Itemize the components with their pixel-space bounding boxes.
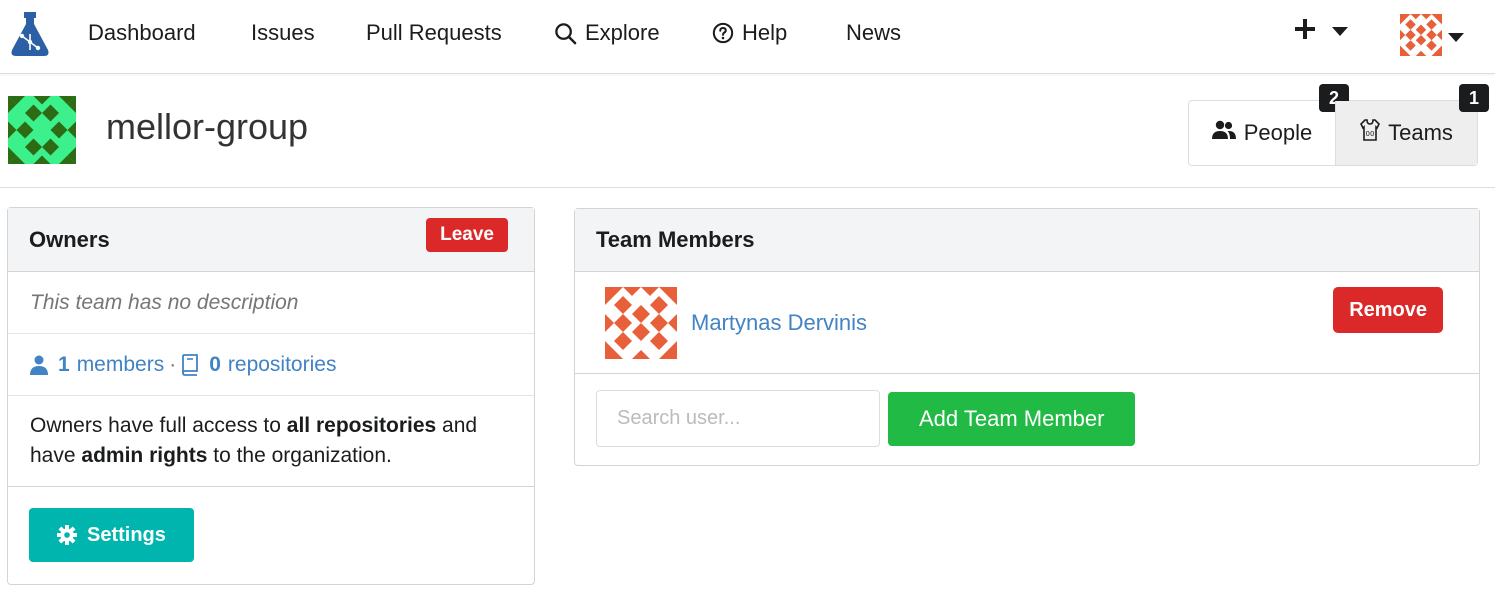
team-info-header: Owners Leave [8,208,534,272]
tab-people[interactable]: People 2 [1189,84,1349,165]
nav-news-label: News [846,20,902,45]
repos-count: 0 [209,352,221,376]
gitea-logo[interactable] [10,12,50,56]
nav-dashboard-label: Dashboard [88,20,196,45]
team-info-panel: Owners Leave This team has no descriptio… [7,207,535,585]
tab-teams-label: Teams [1388,120,1453,145]
settings-label: Settings [87,523,166,546]
team-access-row: Owners have full access to all repositor… [8,396,534,487]
user-menu-dropdown[interactable] [1400,14,1464,61]
repos-label: repositories [227,352,337,376]
org-tabs: People 2 00 Teams 1 [1188,84,1489,166]
list-item: Martynas Dervinis Remove [575,272,1479,374]
svg-text:00: 00 [1366,130,1375,138]
user-avatar [1400,14,1442,61]
team-members-panel: Team Members Martynas Dervinis Remove Ad… [574,208,1480,466]
jersey-icon: 00 [1360,119,1381,147]
tab-teams[interactable]: 00 Teams 1 [1335,84,1489,165]
team-repositories-link[interactable]: 0 repositories [181,353,336,377]
people-icon [1211,120,1236,146]
nav-explore[interactable]: Explore [554,20,660,46]
member-avatar[interactable] [605,286,677,359]
settings-button[interactable]: Settings [29,508,194,562]
gear-icon [57,525,77,545]
caret-down-icon [1448,33,1464,42]
nav-dashboard[interactable]: Dashboard [88,20,196,46]
stats-separator: · [169,352,177,376]
teams-count-badge: 1 [1458,84,1489,112]
access-text-1: Owners have full access to [30,414,281,437]
team-description-row: This team has no description [8,272,534,334]
caret-down-icon [1332,27,1348,36]
nav-pull-requests-label: Pull Requests [366,20,502,45]
access-bold-1: all repositories [286,414,437,437]
org-name: mellor-group [106,106,309,147]
nav-help-label: Help [742,20,788,45]
plus-icon [1294,18,1316,45]
user-icon [30,355,48,375]
team-members-header: Team Members [575,209,1479,272]
book-icon [181,353,199,376]
access-text-3: to the organization. [213,444,392,467]
nav-news[interactable]: News [846,20,901,46]
team-name: Owners [29,226,110,252]
create-dropdown[interactable] [1294,18,1348,45]
team-stats-row: 1 members · 0 repositories [8,334,534,396]
add-team-member-button[interactable]: Add Team Member [888,391,1136,446]
leave-button[interactable]: Leave [426,218,508,252]
question-circle-icon [712,22,734,44]
nav-issues[interactable]: Issues [251,20,315,46]
search-user-input[interactable] [596,390,880,447]
members-label: members [76,352,165,376]
team-members-link[interactable]: 1 members [30,353,164,377]
top-navbar: Dashboard Issues Pull Requests Explore H… [0,0,1495,74]
add-member-row: Add Team Member [575,374,1479,463]
members-count: 1 [58,352,70,376]
search-icon [554,22,577,45]
remove-member-button[interactable]: Remove [1333,287,1443,333]
member-name-link[interactable]: Martynas Dervinis [691,310,867,336]
nav-issues-label: Issues [251,20,315,45]
nav-pull-requests[interactable]: Pull Requests [366,20,502,46]
access-bold-2: admin rights [81,444,208,467]
nav-explore-label: Explore [585,20,660,45]
org-avatar [8,96,76,164]
header-divider [0,187,1495,188]
team-description: This team has no description [30,290,299,314]
team-members-title: Team Members [596,227,755,252]
tab-people-label: People [1243,120,1313,145]
nav-help[interactable]: Help [712,20,787,46]
team-settings-row: Settings [8,487,534,583]
